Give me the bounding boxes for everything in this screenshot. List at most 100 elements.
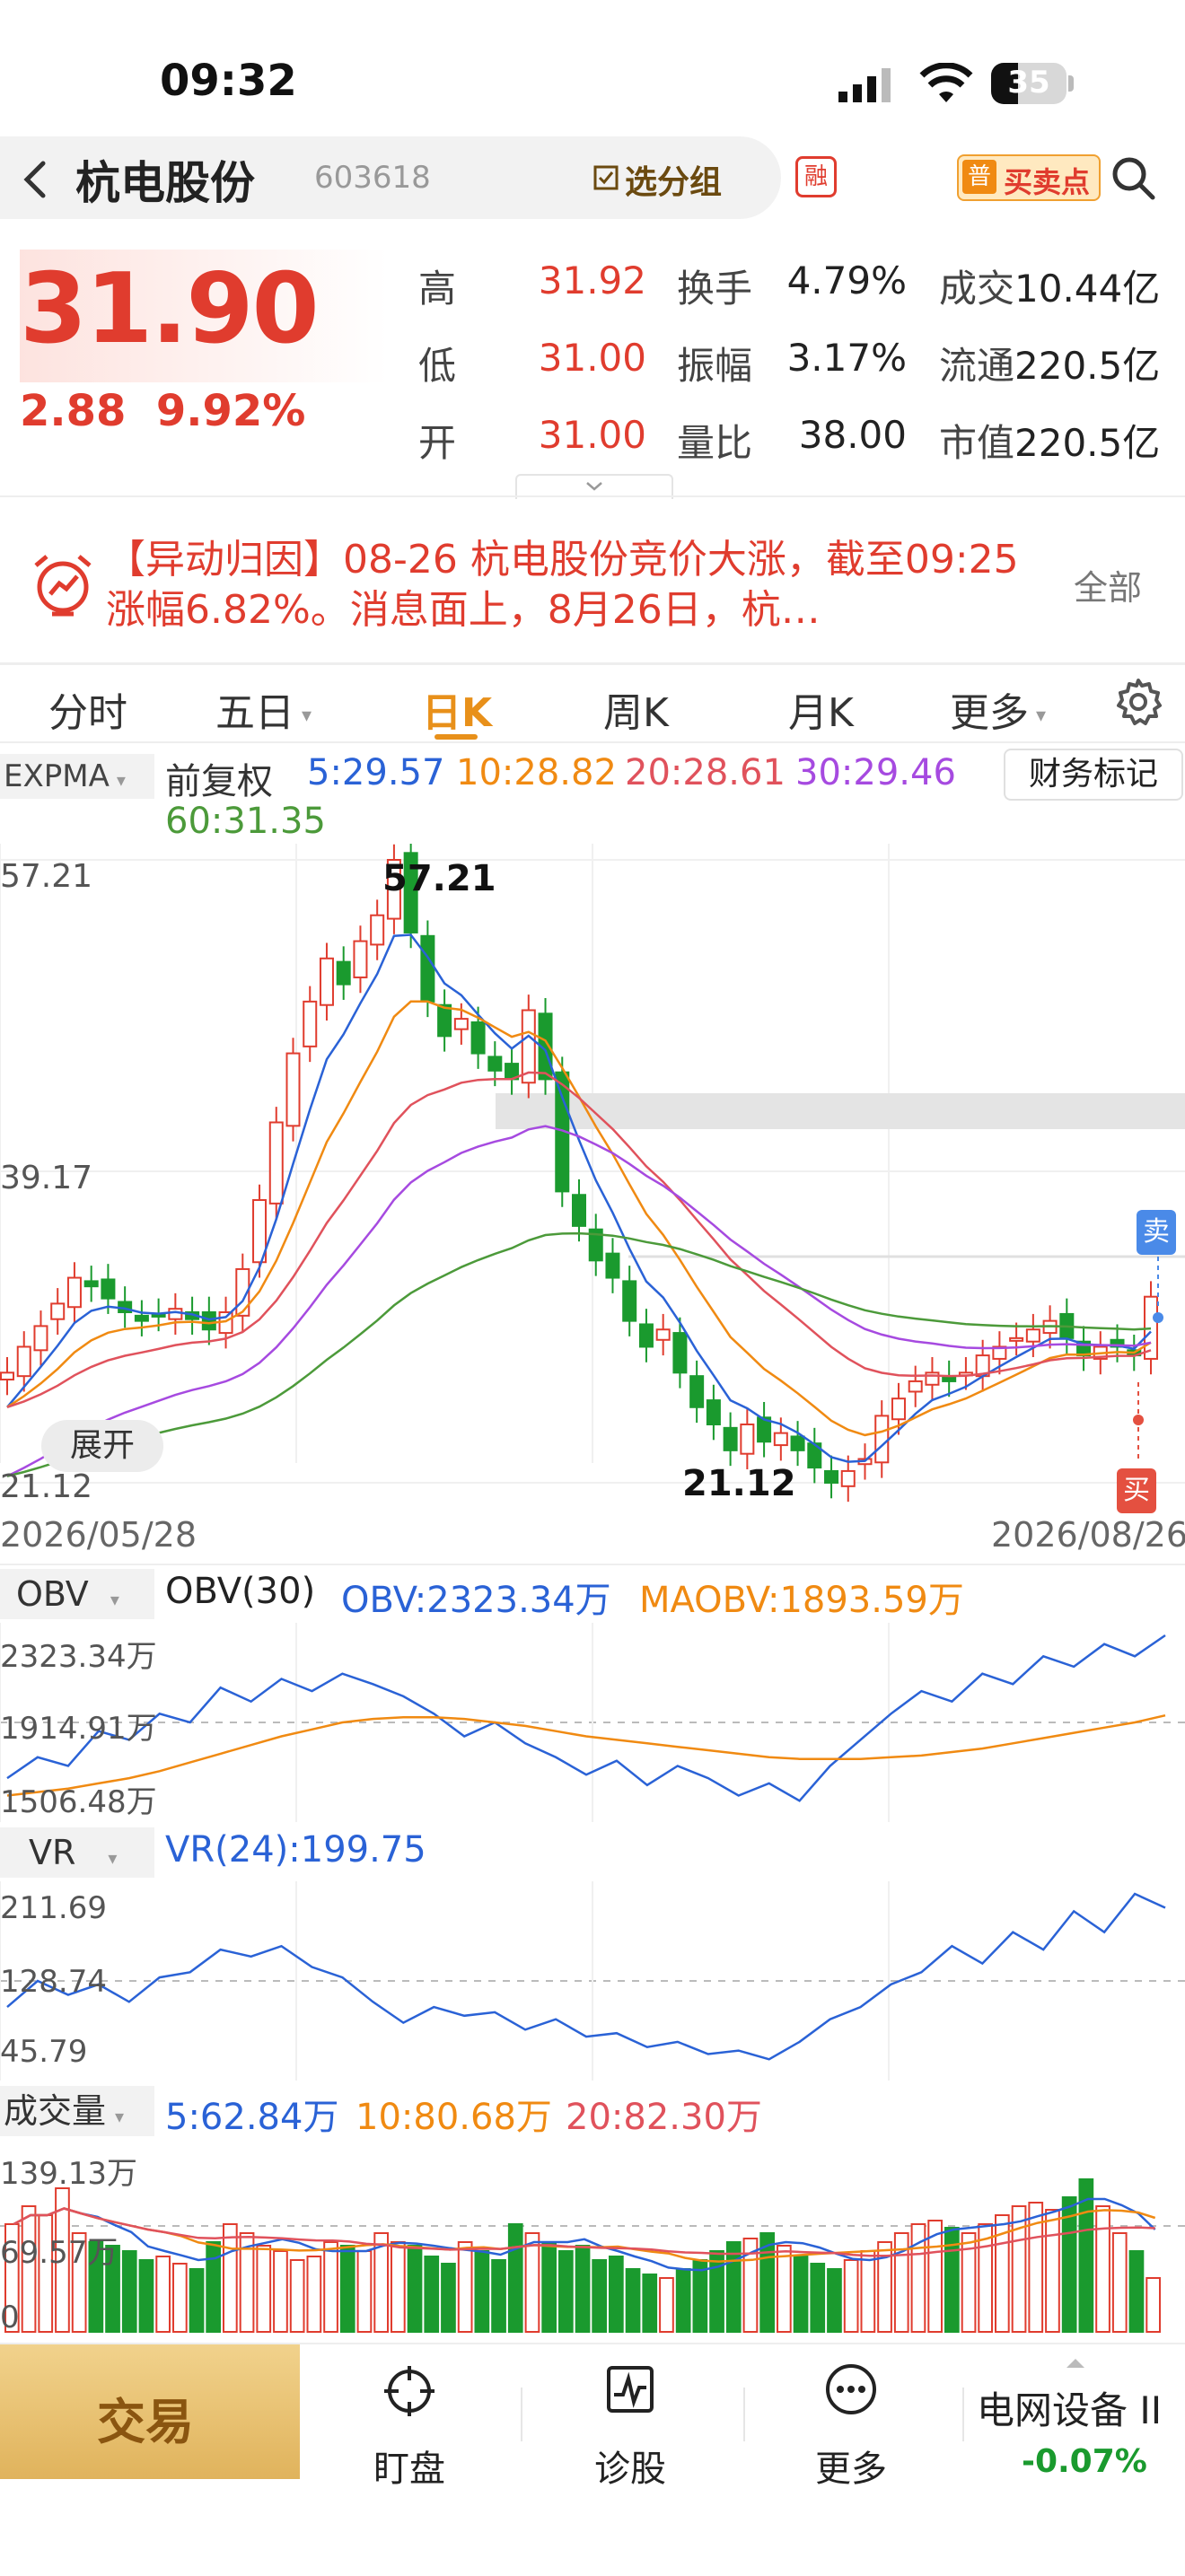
volume-bar [474,2250,490,2333]
turnover-label: 换手 [677,267,753,311]
volume-bar [121,2250,137,2333]
more-label[interactable]: 更多 [815,2440,887,2492]
volume-selector[interactable]: 成交量 ▾ [0,2086,154,2136]
tab-monthly-k[interactable]: 月K [788,680,854,738]
candle-body [622,1280,637,1322]
volume-bar [575,2245,591,2333]
peak-label: 57.21 [382,858,496,899]
candle-body [1009,1336,1024,1342]
open-label: 开 [418,421,457,465]
candle-body [453,1018,469,1030]
volume-bar [289,2259,305,2333]
candle-body [268,1121,284,1205]
watchlist-button[interactable]: 选分组 [592,156,722,203]
tab-daily-k[interactable]: 日K [422,680,492,738]
vol-y-mid: 69.57万 [0,2235,118,2271]
volume-bar [306,2256,322,2333]
vr-y-min: 45.79 [0,2034,88,2070]
volume-bar [777,2245,792,2333]
more-dots-icon[interactable] [824,2362,878,2420]
kline-chart[interactable] [0,844,1185,1517]
vr-selector[interactable]: VR ▾ [0,1827,154,1878]
candle-body [285,1052,301,1127]
amount-label: 成交 [939,267,1015,311]
tab-more[interactable]: 更多 ▾ [950,680,1046,738]
candle-body [790,1435,805,1451]
candle-body [605,1252,620,1279]
nav-divider [962,2388,964,2441]
obv-selector[interactable]: OBV ▾ [0,1569,154,1619]
volume-bar [206,2241,222,2333]
candle-body [740,1424,755,1455]
resistance-zone [496,1093,1185,1129]
candle-body [824,1469,839,1485]
volume-bar [323,2241,338,2333]
market-cap-label: 市值 [939,421,1015,465]
nav-divider [743,2388,745,2441]
y-axis-min: 21.12 [0,1468,93,1505]
tab-weekly-k[interactable]: 周K [603,680,669,738]
watch-label[interactable]: 盯盘 [373,2440,445,2492]
candle-body [101,1278,116,1300]
back-icon[interactable] [20,158,50,205]
candle-body [874,1415,890,1464]
stock-name: 杭电股份 [75,157,255,209]
candle-body [689,1375,705,1408]
watch-crosshair-icon[interactable] [382,2364,436,2422]
active-tab-indicator [434,734,478,740]
sell-signal-badge[interactable]: 卖 [1137,1210,1176,1255]
settings-gear-icon[interactable] [1113,677,1163,731]
indicator-selector[interactable]: EXPMA ▾ [0,754,154,799]
candle-body [1025,1328,1040,1343]
margin-trading-badge[interactable]: 融 [795,156,837,197]
volume-bar [391,2241,406,2333]
amplitude-label: 振幅 [677,344,753,388]
obv-y-min: 1506.48万 [0,1784,157,1820]
candle-body [723,1426,738,1451]
volume-bar [1095,2205,1110,2333]
indicator-line [6,1892,1166,2061]
chevron-down-icon [586,482,602,491]
diagnose-chart-icon[interactable] [605,2364,655,2418]
expma-5: 5:29.57 [307,752,445,793]
high-label: 高 [418,267,457,311]
stock-code: 603618 [314,160,431,196]
news-attribution[interactable]: 【异动归因】08-26 杭电股份竞价大涨，截至09:25 涨幅6.82%。消息面… [106,535,1066,635]
volume-bar [356,2250,373,2333]
turnover-value: 4.79% [786,258,907,302]
candle-body [572,1194,586,1227]
finance-mark-button[interactable]: 财务标记 [1004,749,1183,801]
volume-bar [592,2259,607,2333]
volume-bar [810,2263,826,2333]
expma-30: 30:29.46 [795,752,956,793]
volume-bar [609,2256,624,2333]
buy-sell-point-button[interactable]: 普 买卖点 [957,154,1101,201]
candle-body [638,1323,654,1348]
candle-body [773,1432,788,1447]
expand-button[interactable]: 展开 [41,1420,163,1472]
candle-body [672,1332,688,1374]
trough-label: 21.12 [682,1463,796,1504]
tab-five-day[interactable]: 五日 ▾ [215,680,312,738]
volume-bar [273,2250,288,2333]
float-cap-label: 流通 [939,344,1015,388]
buy-signal-badge[interactable]: 买 [1117,1468,1156,1513]
sector-name[interactable]: 电网设备 II [977,2380,1162,2435]
volume-bar [155,2256,171,2333]
candle-body [0,1371,14,1381]
adjust-mode[interactable]: 前复权 [165,752,273,804]
divider [0,1564,1185,1565]
buy-sell-label: 买卖点 [1004,165,1091,199]
sector-change: -0.07% [1022,2443,1147,2480]
volume-bar [558,2250,574,2333]
news-all-button[interactable]: 全部 [1074,560,1142,609]
diagnose-label[interactable]: 诊股 [594,2440,666,2492]
volume-bar [1111,2232,1128,2333]
tab-intraday[interactable]: 分时 [48,680,127,738]
candle-body [201,1311,216,1331]
vol-y-max: 139.13万 [0,2156,137,2192]
volume-ratio-label: 量比 [677,421,753,465]
trade-label: 交易 [97,2394,194,2450]
volume-bar [1045,2209,1060,2333]
search-icon[interactable] [1110,154,1156,205]
